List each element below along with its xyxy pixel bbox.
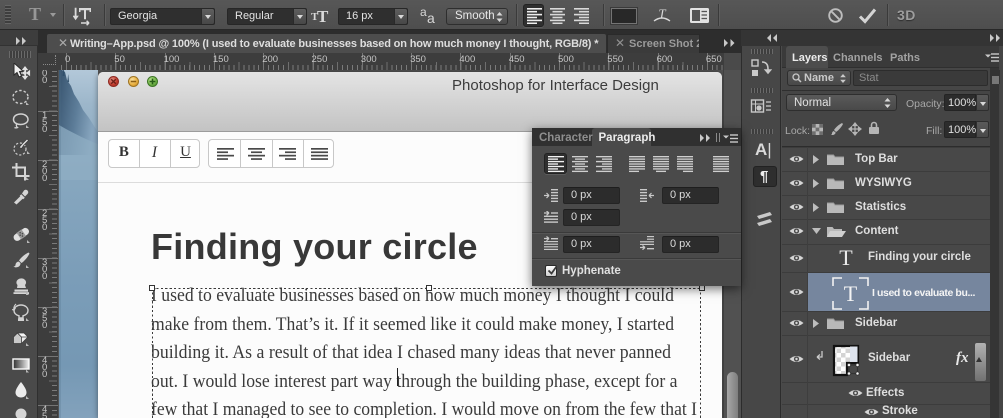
- svg-text:T: T: [844, 281, 858, 306]
